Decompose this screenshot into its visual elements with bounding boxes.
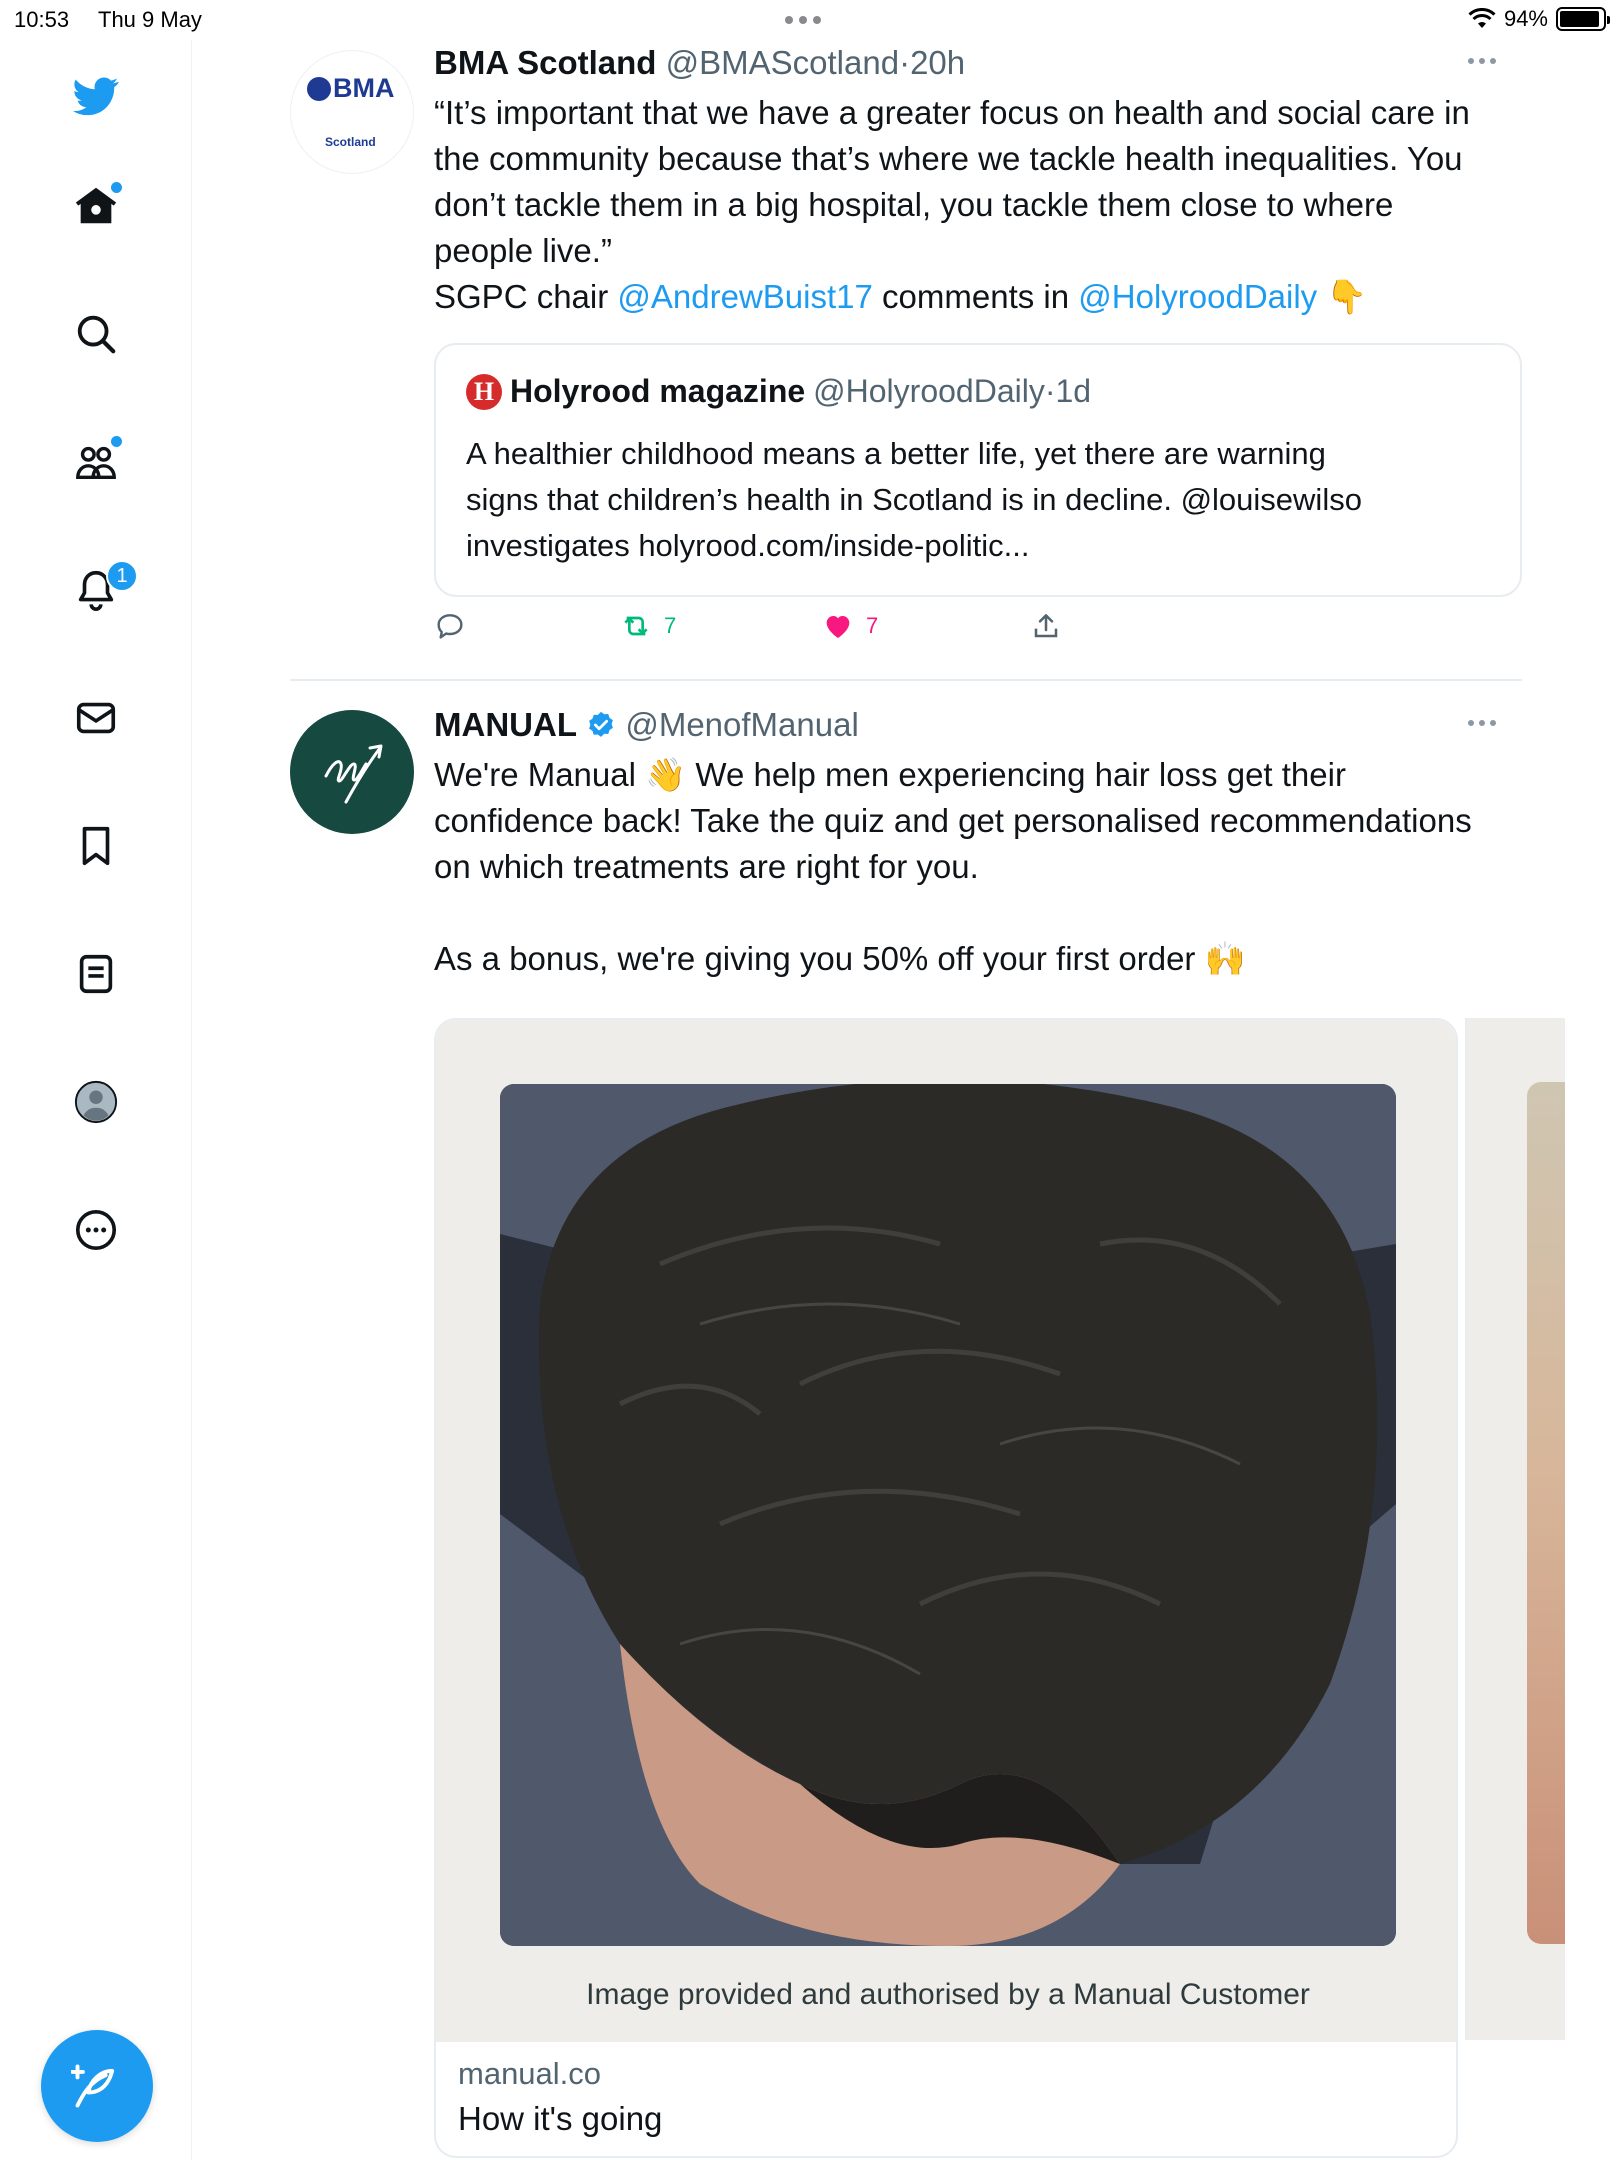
waving-hand-emoji: 👋 xyxy=(645,756,687,793)
like-button[interactable]: 7 xyxy=(822,610,878,642)
tweet-divider xyxy=(290,679,1522,681)
card-media[interactable]: Image provided and authorised by a Manua… xyxy=(436,1020,1456,2042)
more-circle-icon xyxy=(75,1209,117,1251)
mention-andrewbuist17[interactable]: @AndrewBuist17 xyxy=(617,278,872,315)
author-name[interactable]: MANUAL xyxy=(434,706,577,743)
raising-hands-emoji: 🙌 xyxy=(1204,940,1246,977)
bma-globe-icon xyxy=(307,76,331,101)
compose-tweet-button[interactable] xyxy=(41,2030,153,2142)
header-separator: · xyxy=(899,44,911,81)
multitasking-dots-icon[interactable] xyxy=(785,16,821,24)
bma-logo-subtitle: Scotland xyxy=(325,135,376,149)
sidebar-item-more[interactable] xyxy=(64,1198,128,1262)
retweet-icon xyxy=(624,616,648,636)
card-title[interactable]: How it's going xyxy=(458,2100,662,2138)
home-unread-dot xyxy=(111,182,122,193)
sidebar-item-notifications[interactable]: 1 xyxy=(64,558,138,622)
carousel-next-card[interactable] xyxy=(1465,1018,1565,2040)
bma-logo: BMA xyxy=(307,73,395,104)
retweet-count: 7 xyxy=(664,613,677,638)
heart-icon xyxy=(826,616,850,638)
tweet-text: We're Manual 👋 We help men experiencing … xyxy=(434,756,1472,977)
share-icon xyxy=(1034,614,1058,638)
customer-hair-photo xyxy=(500,1084,1396,1946)
battery-percent: 94% xyxy=(1503,6,1548,31)
twitter-bird-icon[interactable] xyxy=(64,64,128,128)
profile-avatar-icon xyxy=(74,1080,118,1124)
quoted-tweet-text: A healthier childhood means a better lif… xyxy=(466,436,1362,563)
messages-envelope-icon xyxy=(76,702,116,734)
communities-unread-dot xyxy=(111,436,122,447)
sidebar-item-communities[interactable] xyxy=(64,430,128,494)
holyrood-logo-icon: H xyxy=(466,373,502,410)
sidebar-item-lists[interactable] xyxy=(64,942,128,1006)
tweet-more-options-icon[interactable] xyxy=(1468,720,1496,726)
status-date: Thu 9 May xyxy=(98,7,202,32)
tweet-manual[interactable]: MANUAL @MenofManual We're Manual 👋 We he… xyxy=(290,706,1565,2160)
next-card-photo xyxy=(1527,1082,1565,1944)
quoted-tweet-header: H Holyrood magazine @HolyroodDaily·1d xyxy=(466,373,1091,410)
tweet-text: “It’s important that we have a greater f… xyxy=(434,94,1470,315)
wifi-icon xyxy=(1468,8,1496,28)
compose-feather-icon xyxy=(71,2064,115,2108)
tweet-bma-scotland[interactable]: BMA Scotland BMA Scotland @BMAScotland·2… xyxy=(290,44,1522,644)
tweet-header: BMA Scotland @BMAScotland·20h xyxy=(434,44,965,82)
quoted-tweet[interactable]: H Holyrood magazine @HolyroodDaily·1d A … xyxy=(434,343,1522,597)
pointing-down-emoji: 👇 xyxy=(1326,278,1368,315)
quoted-author-handle: @HolyroodDaily xyxy=(813,373,1045,409)
sidebar-item-search[interactable] xyxy=(64,302,128,366)
sidebar-item-profile[interactable] xyxy=(64,1070,128,1134)
status-right: 94% xyxy=(1468,6,1610,32)
sidebar-item-messages[interactable] xyxy=(64,686,128,750)
ad-carousel-card[interactable]: Image provided and authorised by a Manua… xyxy=(434,1018,1458,2158)
like-count: 7 xyxy=(866,613,879,638)
tweet-header: MANUAL @MenofManual xyxy=(434,706,859,744)
sidebar: 1 xyxy=(0,40,192,2160)
image-caption: Image provided and authorised by a Manua… xyxy=(586,1978,1310,2011)
author-name[interactable]: BMA Scotland xyxy=(434,44,656,81)
quoted-tweet-time: 1d xyxy=(1055,373,1092,409)
card-domain[interactable]: manual.co xyxy=(458,2056,601,2092)
tweet-actions: 7 7 xyxy=(434,610,1074,650)
manual-logo-icon xyxy=(324,744,383,804)
reply-button[interactable] xyxy=(434,610,478,642)
reply-icon xyxy=(437,614,463,639)
tweet-more-options-icon[interactable] xyxy=(1468,58,1496,64)
status-bar: 10:53 Thu 9 May 94% xyxy=(0,0,1620,40)
author-handle[interactable]: @BMAScotland xyxy=(666,44,899,81)
retweet-button[interactable]: 7 xyxy=(620,610,676,642)
manual-avatar[interactable] xyxy=(290,710,414,834)
sidebar-item-home[interactable] xyxy=(64,174,128,238)
status-time: 10:53 xyxy=(14,7,70,32)
mention-holyrooddaily[interactable]: @HolyroodDaily xyxy=(1078,278,1317,315)
quoted-author-name: Holyrood magazine xyxy=(510,373,806,409)
notifications-badge: 1 xyxy=(106,560,138,592)
author-handle[interactable]: @MenofManual xyxy=(625,706,858,743)
share-button[interactable] xyxy=(1030,610,1062,642)
bma-scotland-avatar[interactable]: BMA Scotland xyxy=(290,50,414,174)
verified-badge-icon xyxy=(589,711,614,737)
battery-icon xyxy=(1556,7,1610,31)
search-icon xyxy=(77,315,116,354)
lists-icon xyxy=(79,954,113,994)
communities-icon xyxy=(76,446,116,480)
tweet-time[interactable]: 20h xyxy=(910,44,965,81)
sidebar-item-bookmarks[interactable] xyxy=(64,814,128,878)
bookmark-icon xyxy=(82,826,110,866)
